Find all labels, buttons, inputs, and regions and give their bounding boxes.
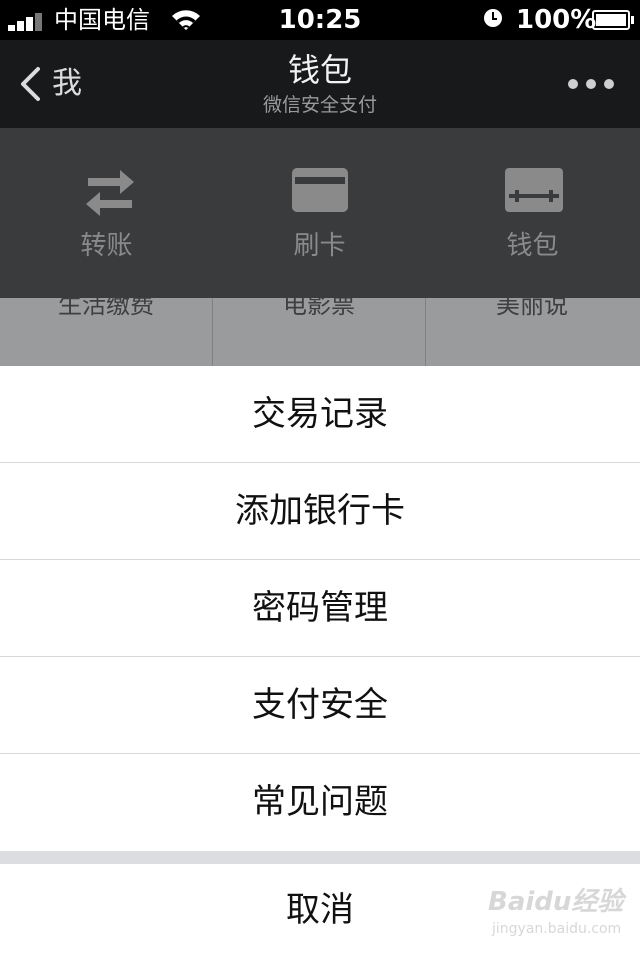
watermark-url: jingyan.baidu.com — [492, 921, 622, 937]
battery-percentage: 100% — [516, 5, 597, 35]
menu-item-label: 添加银行卡 — [235, 491, 405, 531]
menu-item-label: 支付安全 — [252, 685, 388, 725]
alarm-icon — [484, 9, 502, 27]
transfer-label: 转账 — [80, 231, 133, 261]
card-icon — [292, 168, 348, 212]
wallet-label: 钱包 — [506, 231, 559, 261]
password-management-button[interactable]: 密码管理 — [0, 560, 640, 657]
transfer-button[interactable]: 转账 — [0, 128, 213, 298]
services-row: 生活缴费 电影票 美丽说 — [0, 298, 640, 366]
card-swipe-button[interactable]: 刷卡 — [213, 128, 426, 298]
action-sheet-menu: 交易记录 添加银行卡 密码管理 支付安全 常见问题 — [0, 366, 640, 851]
battery-icon — [592, 10, 634, 30]
watermark-brand: Baidu经验 — [488, 887, 624, 917]
payment-security-button[interactable]: 支付安全 — [0, 657, 640, 754]
menu-item-label: 密码管理 — [252, 588, 388, 628]
navigation-bar: 我 钱包 微信安全支付 — [0, 40, 640, 128]
menu-item-label: 常见问题 — [252, 782, 388, 822]
transaction-records-button[interactable]: 交易记录 — [0, 366, 640, 463]
add-bank-card-button[interactable]: 添加银行卡 — [0, 463, 640, 560]
menu-item-label: 交易记录 — [252, 394, 388, 434]
card-swipe-label: 刷卡 — [293, 231, 346, 261]
screen: 中国电信 10:25 100% 我 钱包 微信安全支付 转账 刷卡 钱包 生活缴… — [0, 0, 640, 960]
wallet-icon — [505, 168, 563, 212]
service-label: 美丽说 — [496, 298, 568, 319]
service-utilities[interactable]: 生活缴费 — [0, 298, 213, 366]
service-label: 生活缴费 — [58, 298, 154, 319]
page-title: 钱包 — [287, 51, 352, 89]
action-sheet: 交易记录 添加银行卡 密码管理 支付安全 常见问题 取消 — [0, 366, 640, 960]
more-options-button[interactable] — [566, 74, 616, 94]
service-meilishuo[interactable]: 美丽说 — [426, 298, 640, 366]
more-dot-icon — [604, 79, 614, 89]
transfer-icon — [86, 170, 134, 216]
service-movie-tickets[interactable]: 电影票 — [213, 298, 426, 366]
more-dot-icon — [586, 79, 596, 89]
service-label: 电影票 — [283, 298, 355, 319]
status-bar: 中国电信 10:25 100% — [0, 0, 640, 40]
more-dot-icon — [568, 79, 578, 89]
faq-button[interactable]: 常见问题 — [0, 754, 640, 850]
page-subtitle: 微信安全支付 — [262, 94, 377, 116]
wallet-header: 转账 刷卡 钱包 — [0, 128, 640, 298]
baidu-jingyan-watermark: Baidu经验 jingyan.baidu.com — [488, 886, 628, 946]
wallet-button[interactable]: 钱包 — [426, 128, 639, 298]
